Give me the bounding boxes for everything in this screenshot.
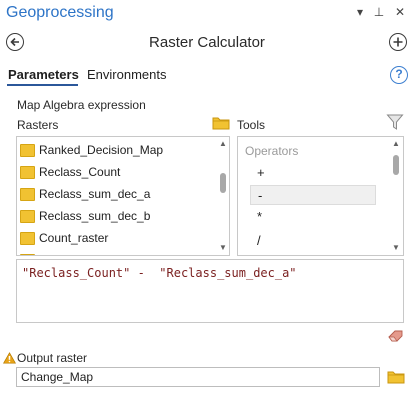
raster-icon xyxy=(20,209,35,223)
tab-parameters[interactable]: Parameters xyxy=(8,67,79,82)
list-item-partial[interactable] xyxy=(20,249,39,255)
scroll-up-icon[interactable]: ▲ xyxy=(219,140,227,148)
pane-title: Geoprocessing xyxy=(6,4,114,21)
tool-title: Raster Calculator xyxy=(149,34,265,51)
raster-icon xyxy=(20,187,35,201)
help-icon[interactable]: ? xyxy=(390,66,408,84)
tab-environments[interactable]: Environments xyxy=(87,67,166,82)
operator-plus[interactable]: + xyxy=(250,163,376,183)
raster-icon xyxy=(20,253,35,255)
output-raster-label: Output raster xyxy=(17,351,88,365)
scroll-thumb[interactable] xyxy=(393,155,399,175)
output-raster-input[interactable] xyxy=(16,367,380,387)
folder-icon[interactable] xyxy=(387,370,405,389)
list-item[interactable]: Reclass_sum_dec_a xyxy=(20,183,150,205)
close-icon[interactable]: ✕ xyxy=(392,4,408,20)
operators-list[interactable]: Operators + - * / ▲ ▼ xyxy=(237,136,404,256)
operators-header: Operators xyxy=(245,144,299,158)
add-button[interactable] xyxy=(389,33,407,51)
raster-icon xyxy=(20,143,35,157)
plus-icon xyxy=(393,37,403,47)
rasters-list[interactable]: Ranked_Decision_Map Reclass_Count Reclas… xyxy=(16,136,230,256)
list-item[interactable]: Reclass_sum_dec_b xyxy=(20,205,150,227)
warning-icon xyxy=(2,351,17,369)
list-item[interactable]: Count_raster xyxy=(20,227,108,249)
operator-multiply[interactable]: * xyxy=(250,207,376,227)
scroll-up-icon[interactable]: ▲ xyxy=(392,140,400,148)
pin-icon[interactable]: ⊥ xyxy=(371,4,387,20)
scroll-thumb[interactable] xyxy=(220,173,226,193)
operators-scrollbar[interactable]: ▲ ▼ xyxy=(390,137,402,255)
scroll-down-icon[interactable]: ▼ xyxy=(392,244,400,252)
raster-icon xyxy=(20,165,35,179)
scroll-down-icon[interactable]: ▼ xyxy=(219,244,227,252)
tools-label: Tools xyxy=(237,118,266,132)
operator-divide[interactable]: / xyxy=(250,231,376,251)
rasters-label: Rasters xyxy=(17,118,59,132)
operator-minus[interactable]: - xyxy=(250,185,376,205)
active-tab-indicator xyxy=(7,84,78,86)
filter-icon[interactable] xyxy=(386,113,404,136)
expression-label: Map Algebra expression xyxy=(17,98,146,112)
pane-menu-button[interactable]: ▾ xyxy=(352,4,368,20)
rasters-scrollbar[interactable]: ▲ ▼ xyxy=(217,137,229,255)
raster-icon xyxy=(20,231,35,245)
expression-editor[interactable]: "Reclass_Count" - "Reclass_sum_dec_a" xyxy=(16,259,404,323)
eraser-icon[interactable] xyxy=(387,328,405,347)
list-item[interactable]: Reclass_Count xyxy=(20,161,120,183)
folder-icon[interactable] xyxy=(212,116,230,135)
list-item[interactable]: Ranked_Decision_Map xyxy=(20,139,163,161)
